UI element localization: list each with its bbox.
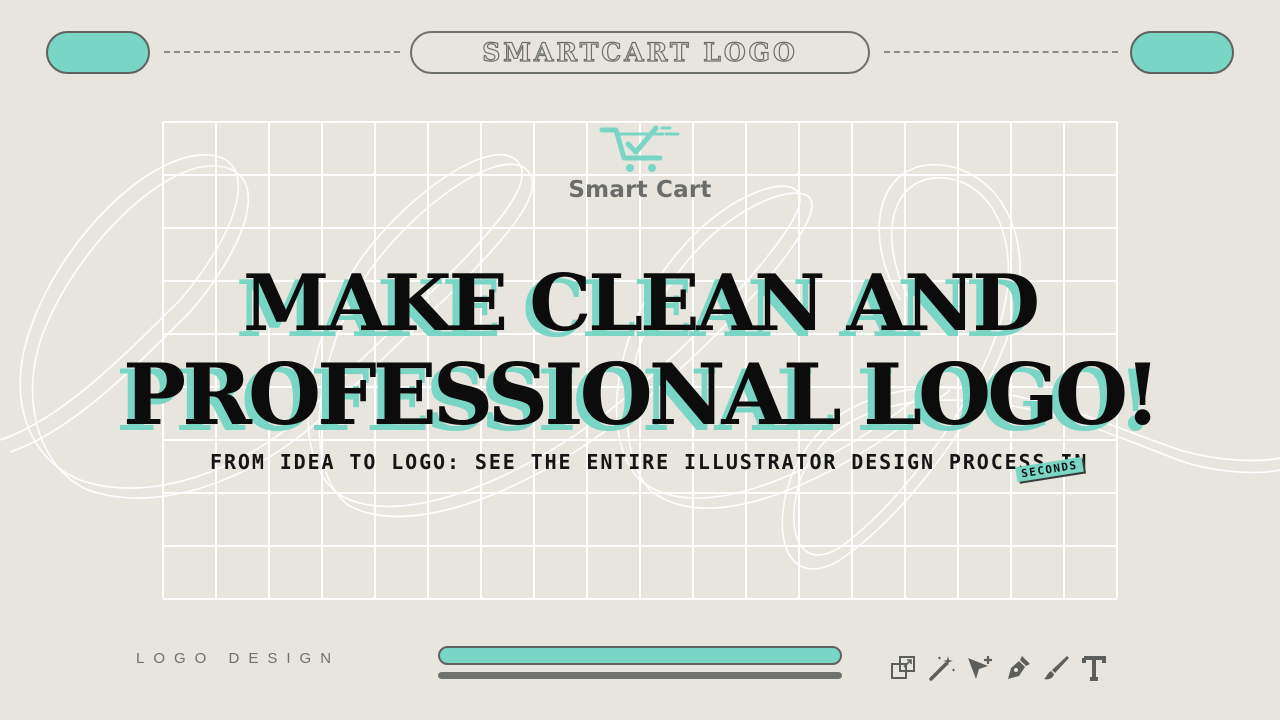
smart-cart-logo: Smart Cart [540, 120, 740, 203]
footer-accent-bar [438, 646, 842, 665]
header-title: SMARTCART LOGO [482, 37, 798, 67]
top-left-dashed-line [164, 51, 400, 53]
brand-name: Smart Cart [568, 177, 712, 203]
subtitle: FROM IDEA TO LOGO: SEE THE ENTIRE ILLUST… [210, 450, 1089, 474]
top-left-pill [46, 31, 150, 74]
artboard-icon [888, 652, 920, 684]
top-right-pill [1130, 31, 1234, 74]
brush-icon [1040, 652, 1072, 684]
direct-selection-icon [964, 652, 996, 684]
headline-line-2: PROFESSIONAL LOGO! [122, 345, 1161, 444]
type-tool-icon [1078, 652, 1110, 684]
footer-label: LOGO DESIGN [136, 650, 341, 667]
shopping-cart-check-icon [599, 125, 680, 172]
magic-wand-icon [926, 652, 958, 684]
header-title-pill: SMARTCART LOGO [410, 31, 870, 74]
pen-tool-icon [1002, 652, 1034, 684]
tool-icons [888, 652, 1110, 684]
top-right-dashed-line [884, 51, 1118, 53]
headline-line-1: MAKE CLEAN AND [242, 258, 1040, 349]
footer-gray-bar [438, 672, 842, 679]
